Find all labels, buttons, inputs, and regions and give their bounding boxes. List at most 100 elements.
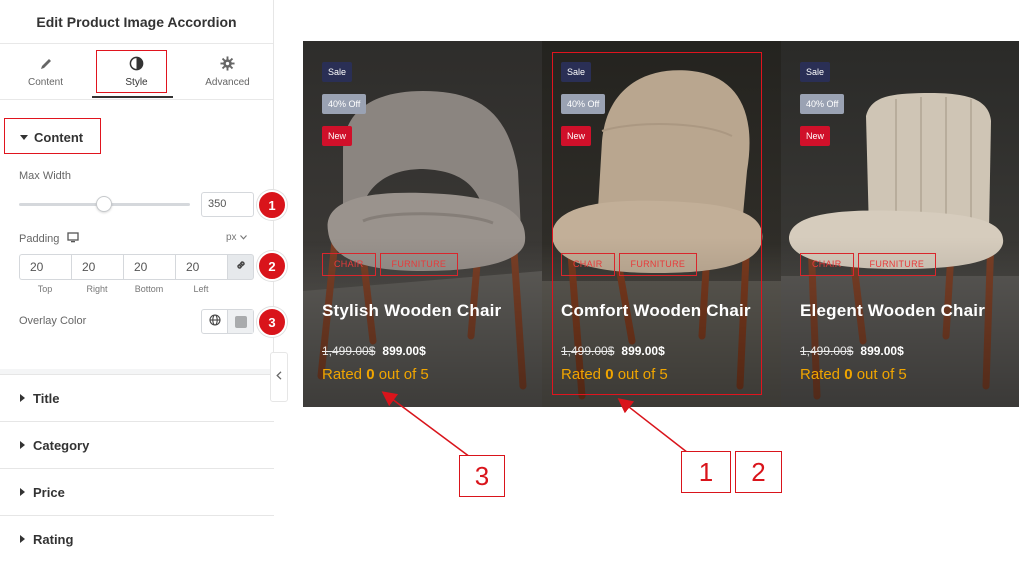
section-category-label: Category bbox=[33, 437, 90, 453]
category-tags: CHAIR FURNITURE bbox=[800, 253, 937, 276]
sale-price: 899.00$ bbox=[382, 344, 426, 358]
caret-down-icon bbox=[20, 135, 28, 140]
rating-suffix: out of 5 bbox=[856, 366, 907, 383]
sale-price: 899.00$ bbox=[621, 344, 665, 358]
sale-badge: Sale bbox=[322, 62, 353, 82]
content-section-label: Content bbox=[34, 130, 84, 145]
content-section-toggle[interactable]: Content bbox=[20, 130, 83, 145]
product-card[interactable]: Sale 40% Off New CHAIR FURNITURE Elegent… bbox=[781, 41, 1019, 407]
desktop-icon[interactable] bbox=[67, 232, 80, 246]
editor-panel: Edit Product Image Accordion Content Sty… bbox=[0, 0, 287, 561]
max-width-input[interactable]: 350 bbox=[201, 192, 254, 217]
caret-right-icon bbox=[20, 394, 25, 402]
padding-left-input[interactable]: 20 bbox=[175, 254, 227, 280]
category-tag[interactable]: CHAIR bbox=[800, 253, 854, 276]
active-tab-indicator bbox=[92, 96, 173, 98]
rating-value: 0 bbox=[844, 366, 853, 383]
sale-price: 899.00$ bbox=[860, 344, 904, 358]
new-badge: New bbox=[322, 126, 353, 146]
unit-label: px bbox=[226, 232, 237, 243]
padding-label-row: Padding bbox=[19, 232, 80, 246]
callout-2: 2 bbox=[735, 451, 782, 493]
padding-right-input[interactable]: 20 bbox=[71, 254, 123, 280]
padding-bottom-input[interactable]: 20 bbox=[123, 254, 175, 280]
product-card[interactable]: Sale 40% Off New CHAIR FURNITURE Comfort… bbox=[542, 41, 781, 407]
marker-2: 2 bbox=[257, 251, 287, 281]
padding-top-label: Top bbox=[37, 284, 53, 294]
globe-icon bbox=[208, 313, 221, 331]
rating-value: 0 bbox=[605, 366, 614, 383]
discount-badge: 40% Off bbox=[322, 94, 367, 114]
panel-title: Edit Product Image Accordion bbox=[0, 0, 273, 44]
marker-3: 3 bbox=[257, 307, 287, 337]
link-values-button[interactable] bbox=[227, 254, 254, 280]
padding-right-label: Right bbox=[86, 284, 108, 294]
section-price-label: Price bbox=[33, 484, 65, 500]
callout-1: 1 bbox=[681, 451, 731, 493]
category-tag[interactable]: CHAIR bbox=[322, 253, 376, 276]
padding-label: Padding bbox=[19, 233, 60, 245]
section-title[interactable]: Title bbox=[0, 374, 274, 421]
chevron-down-icon bbox=[239, 232, 247, 243]
rating-suffix: out of 5 bbox=[378, 366, 429, 383]
rating-prefix: Rated bbox=[322, 366, 363, 383]
padding-top-input[interactable]: 20 bbox=[19, 254, 71, 280]
caret-right-icon bbox=[20, 535, 25, 543]
discount-badge: 40% Off bbox=[800, 94, 845, 114]
product-title[interactable]: Stylish Wooden Chair bbox=[322, 301, 501, 321]
product-rating: Rated 0 out of 5 bbox=[322, 366, 429, 383]
category-tags: CHAIR FURNITURE bbox=[561, 253, 698, 276]
section-rating[interactable]: Rating bbox=[0, 515, 274, 561]
product-rating: Rated 0 out of 5 bbox=[561, 366, 668, 383]
section-rating-label: Rating bbox=[33, 531, 74, 547]
product-price: 1,499.00$ 899.00$ bbox=[322, 344, 426, 358]
marker-1: 1 bbox=[257, 190, 287, 220]
max-width-slider-handle[interactable] bbox=[96, 196, 112, 212]
category-tag[interactable]: CHAIR bbox=[561, 253, 615, 276]
category-tag[interactable]: FURNITURE bbox=[857, 253, 937, 276]
new-badge: New bbox=[800, 126, 831, 146]
old-price: 1,499.00$ bbox=[800, 344, 854, 358]
category-tag[interactable]: FURNITURE bbox=[618, 253, 698, 276]
padding-side-labels: Top Right Bottom Left bbox=[19, 284, 227, 294]
tab-content[interactable]: Content bbox=[0, 44, 91, 99]
unit-select[interactable]: px bbox=[226, 232, 247, 243]
product-card[interactable]: Sale 40% Off New CHAIR FURNITURE Stylish… bbox=[303, 41, 542, 407]
product-price: 1,499.00$ 899.00$ bbox=[561, 344, 665, 358]
padding-left-label: Left bbox=[193, 284, 209, 294]
link-icon bbox=[235, 258, 247, 276]
gear-icon bbox=[220, 56, 235, 72]
new-badge: New bbox=[561, 126, 592, 146]
category-tag[interactable]: FURNITURE bbox=[379, 253, 459, 276]
style-tab-highlight bbox=[96, 50, 167, 93]
section-title-label: Title bbox=[33, 390, 60, 406]
product-accordion-preview: Sale 40% Off New CHAIR FURNITURE Stylish… bbox=[303, 41, 1019, 407]
caret-right-icon bbox=[20, 488, 25, 496]
collapse-panel-button[interactable] bbox=[270, 352, 288, 402]
old-price: 1,499.00$ bbox=[322, 344, 376, 358]
discount-badge: 40% Off bbox=[561, 94, 606, 114]
tab-advanced[interactable]: Advanced bbox=[182, 44, 273, 99]
chevron-left-icon bbox=[276, 371, 282, 383]
overlay-color-control bbox=[201, 309, 254, 334]
product-title[interactable]: Elegent Wooden Chair bbox=[800, 301, 985, 321]
caret-right-icon bbox=[20, 441, 25, 449]
overlay-color-label: Overlay Color bbox=[19, 315, 87, 327]
sale-badge: Sale bbox=[800, 62, 831, 82]
padding-bottom-label: Bottom bbox=[134, 284, 164, 294]
tab-advanced-label: Advanced bbox=[205, 76, 250, 88]
pencil-icon bbox=[39, 56, 53, 72]
overlay-color-swatch[interactable] bbox=[228, 310, 253, 333]
section-category[interactable]: Category bbox=[0, 421, 274, 468]
global-colors-button[interactable] bbox=[202, 310, 228, 333]
old-price: 1,499.00$ bbox=[561, 344, 615, 358]
rating-prefix: Rated bbox=[800, 366, 841, 383]
product-title[interactable]: Comfort Wooden Chair bbox=[561, 301, 751, 321]
section-price[interactable]: Price bbox=[0, 468, 274, 515]
rating-suffix: out of 5 bbox=[617, 366, 668, 383]
product-rating: Rated 0 out of 5 bbox=[800, 366, 907, 383]
category-tags: CHAIR FURNITURE bbox=[322, 253, 459, 276]
sale-badge: Sale bbox=[561, 62, 592, 82]
product-price: 1,499.00$ 899.00$ bbox=[800, 344, 904, 358]
rating-value: 0 bbox=[366, 366, 375, 383]
